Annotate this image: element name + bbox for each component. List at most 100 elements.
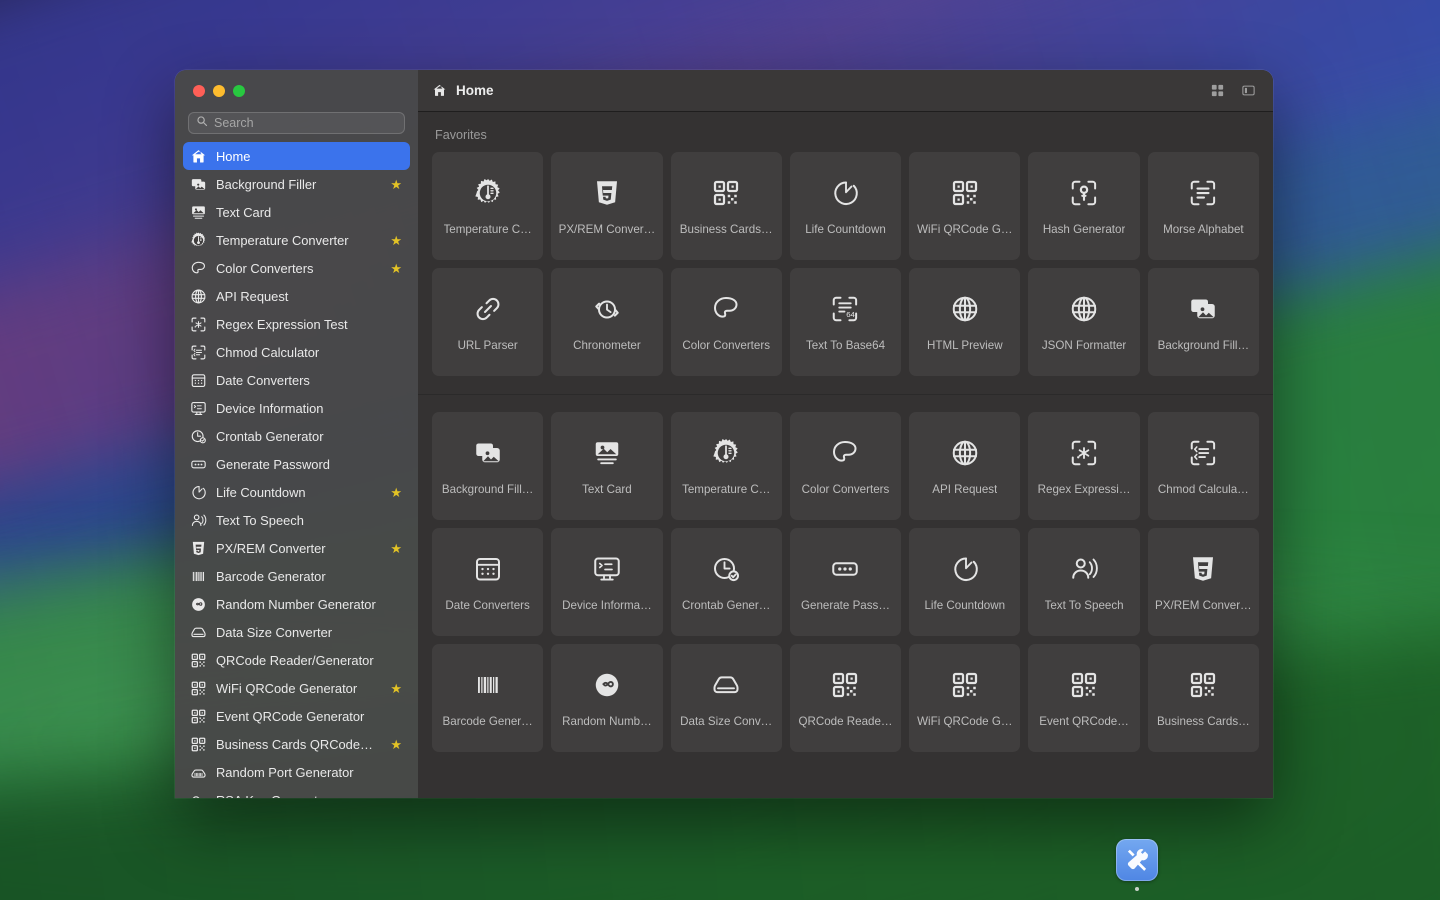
tool-tile[interactable]: Background Fill… xyxy=(1148,268,1259,376)
tool-tile[interactable]: WiFi QRCode G… xyxy=(909,152,1020,260)
sidebar-item-label: Random Port Generator xyxy=(216,765,402,780)
sidebar-item-wifi-qrcode-generator[interactable]: WiFi QRCode Generator★ xyxy=(183,674,410,702)
tool-tile[interactable]: PX/REM Conver… xyxy=(1148,528,1259,636)
sidebar-item-random-number-generator[interactable]: Random Number Generator xyxy=(183,590,410,618)
tool-tile[interactable]: HTML Preview xyxy=(909,268,1020,376)
tool-tile-label: Life Countdown xyxy=(924,599,1005,612)
tool-tile[interactable]: JSON Formatter xyxy=(1028,268,1139,376)
favorite-star-icon[interactable]: ★ xyxy=(390,178,402,191)
sidebar-item-crontab-generator[interactable]: Crontab Generator xyxy=(183,422,410,450)
tool-tile[interactable]: Random Numb… xyxy=(551,644,662,752)
tool-tile[interactable]: Morse Alphabet xyxy=(1148,152,1259,260)
qrcode-icon xyxy=(1069,666,1099,704)
favorite-star-icon[interactable]: ★ xyxy=(390,682,402,695)
search-icon xyxy=(196,114,208,132)
tool-tile[interactable]: API Request xyxy=(909,412,1020,520)
sidebar-item-device-information[interactable]: Device Information xyxy=(183,394,410,422)
tool-tile[interactable]: Text Card xyxy=(551,412,662,520)
sidebar-item-regex-expression-test[interactable]: Regex Expression Test xyxy=(183,310,410,338)
tool-tile[interactable]: Date Converters xyxy=(432,528,543,636)
dock-item-devtools[interactable] xyxy=(1116,839,1158,881)
favorite-star-icon[interactable]: ★ xyxy=(390,486,402,499)
tool-tile[interactable]: Color Converters xyxy=(671,268,782,376)
favorite-star-icon[interactable]: ★ xyxy=(390,234,402,247)
sidebar-item-data-size-converter[interactable]: Data Size Converter xyxy=(183,618,410,646)
tool-tile[interactable]: Life Countdown xyxy=(790,152,901,260)
tool-tile[interactable]: Temperature C… xyxy=(432,152,543,260)
favorites-heading: Favorites xyxy=(418,112,1273,152)
search-box[interactable] xyxy=(188,112,405,134)
sidebar-item-label: PX/REM Converter xyxy=(216,541,381,556)
sidebar-item-event-qrcode-generator[interactable]: Event QRCode Generator xyxy=(183,702,410,730)
sidebar-item-px-rem-converter[interactable]: PX/REM Converter ★ xyxy=(183,534,410,562)
tool-tile[interactable]: Event QRCode… xyxy=(1028,644,1139,752)
tool-tile[interactable]: Device Informa… xyxy=(551,528,662,636)
tool-tile[interactable]: URL Parser xyxy=(432,268,543,376)
tool-tile[interactable]: Color Converters xyxy=(790,412,901,520)
sidebar-toggle-icon[interactable] xyxy=(1237,80,1259,102)
tool-tile[interactable]: WiFi QRCode G… xyxy=(909,644,1020,752)
favorite-star-icon[interactable]: ★ xyxy=(390,542,402,555)
tool-tile[interactable]: Data Size Conv… xyxy=(671,644,782,752)
maximize-button[interactable] xyxy=(233,85,245,97)
tool-tile[interactable]: Background Fill… xyxy=(432,412,543,520)
sidebar-item-home[interactable]: Home xyxy=(183,142,410,170)
tool-tile[interactable]: Hash Generator xyxy=(1028,152,1139,260)
sidebar-item-generate-password[interactable]: Generate Password xyxy=(183,450,410,478)
tool-tile-label: WiFi QRCode G… xyxy=(917,223,1012,236)
disk-icon xyxy=(190,624,207,641)
globe-icon xyxy=(190,288,207,305)
tool-tile-label: Regex Expressi… xyxy=(1038,483,1131,496)
tool-tile[interactable]: Chmod Calcula… xyxy=(1148,412,1259,520)
tool-tile[interactable]: Business Cards… xyxy=(1148,644,1259,752)
sidebar-item-barcode-generator[interactable]: Barcode Generator xyxy=(183,562,410,590)
sidebar-item-rsa-key-generator[interactable]: RSA Key Generator xyxy=(183,786,410,798)
sidebar-item-random-port-generator[interactable]: Random Port Generator xyxy=(183,758,410,786)
sidebar-item-background-filler[interactable]: Background Filler★ xyxy=(183,170,410,198)
sidebar-item-label: Chmod Calculator xyxy=(216,345,402,360)
tool-tile[interactable]: QRCode Reade… xyxy=(790,644,901,752)
close-button[interactable] xyxy=(193,85,205,97)
sidebar: HomeBackground Filler★Text CardTemperatu… xyxy=(175,70,418,798)
monitor-icon xyxy=(190,400,207,417)
barcode-icon xyxy=(473,666,503,704)
tool-tile[interactable]: Barcode Gener… xyxy=(432,644,543,752)
tool-tile[interactable]: Business Cards… xyxy=(671,152,782,260)
tool-tile[interactable]: 64Text To Base64 xyxy=(790,268,901,376)
sidebar-item-chmod-calculator[interactable]: Chmod Calculator xyxy=(183,338,410,366)
sidebar-item-life-countdown[interactable]: Life Countdown★ xyxy=(183,478,410,506)
tool-tile-label: Random Numb… xyxy=(562,715,652,728)
tool-tile[interactable]: Regex Expressi… xyxy=(1028,412,1139,520)
favorite-star-icon[interactable]: ★ xyxy=(390,738,402,751)
minimize-button[interactable] xyxy=(213,85,225,97)
regex-icon xyxy=(1069,434,1099,472)
tool-tile-label: Chmod Calcula… xyxy=(1158,483,1249,496)
tool-tile[interactable]: Text To Speech xyxy=(1028,528,1139,636)
sidebar-item-temperature-converter[interactable]: Temperature Converter★ xyxy=(183,226,410,254)
tool-tile[interactable]: Crontab Gener… xyxy=(671,528,782,636)
sidebar-nav-list[interactable]: HomeBackground Filler★Text CardTemperatu… xyxy=(175,142,418,798)
sidebar-item-business-cards-qrcode[interactable]: Business Cards QRCode…★ xyxy=(183,730,410,758)
tools-scroll-area[interactable]: Favorites Temperature C…PX/REM Conver…Bu… xyxy=(418,112,1273,798)
sidebar-item-date-converters[interactable]: Date Converters xyxy=(183,366,410,394)
sidebar-item-api-request[interactable]: API Request xyxy=(183,282,410,310)
favorite-star-icon[interactable]: ★ xyxy=(390,262,402,275)
tool-tile[interactable]: Temperature C… xyxy=(671,412,782,520)
timer-icon xyxy=(950,550,980,588)
sidebar-item-color-converters[interactable]: Color Converters★ xyxy=(183,254,410,282)
sidebar-item-text-to-speech[interactable]: Text To Speech xyxy=(183,506,410,534)
grid-view-icon[interactable] xyxy=(1206,80,1228,102)
tool-tile-label: PX/REM Conver… xyxy=(559,223,656,236)
tool-tile[interactable]: Chronometer xyxy=(551,268,662,376)
palette-icon xyxy=(830,434,860,472)
sidebar-item-qrcode-reader-generator[interactable]: QRCode Reader/Generator xyxy=(183,646,410,674)
dock-running-indicator xyxy=(1135,887,1139,891)
sidebar-item-text-card[interactable]: Text Card xyxy=(183,198,410,226)
text-card-icon xyxy=(190,204,207,221)
tool-tile[interactable]: PX/REM Conver… xyxy=(551,152,662,260)
search-input[interactable] xyxy=(214,116,397,130)
tool-tile[interactable]: Life Countdown xyxy=(909,528,1020,636)
tool-tile[interactable]: Generate Pass… xyxy=(790,528,901,636)
tools-icon[interactable] xyxy=(1116,839,1158,881)
timer-icon xyxy=(830,174,860,212)
